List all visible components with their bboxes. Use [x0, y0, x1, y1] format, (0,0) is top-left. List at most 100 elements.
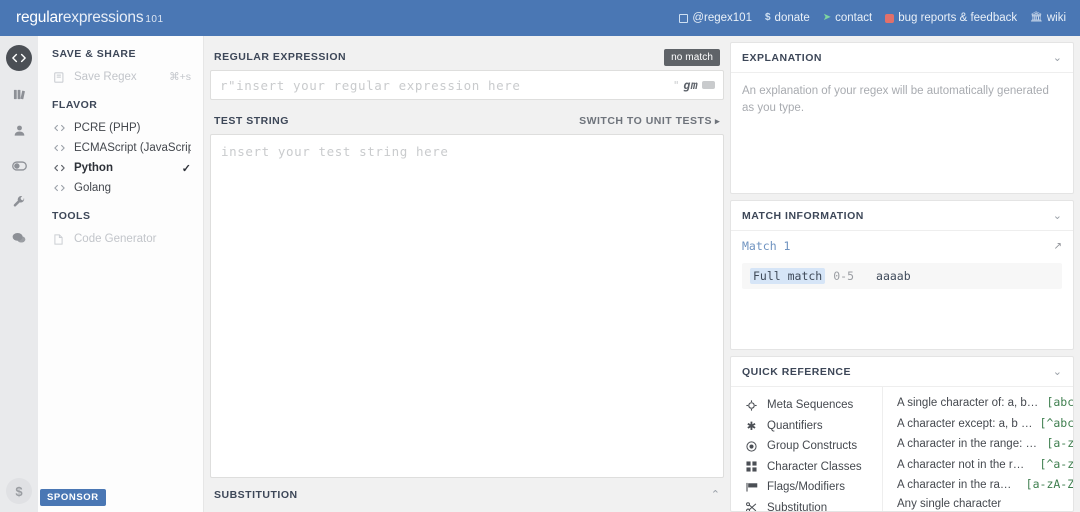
- code-icon: [54, 184, 74, 192]
- left-sidebar: SAVE & SHARE Save Regex ⌘+s FLAVOR PCRE …: [38, 36, 204, 512]
- regex-input[interactable]: r" insert your regular expression here "…: [210, 70, 724, 100]
- substitution-bar[interactable]: SUBSTITUTION ⌃: [210, 478, 724, 512]
- quick-reference-grid: Meta Sequences ✱ Quantifiers Group Const…: [731, 387, 1074, 512]
- nav-item-donate[interactable]: $ donate: [765, 12, 810, 24]
- qref-category-group-constructs[interactable]: Group Constructs: [731, 436, 882, 457]
- asterisk-icon: ✱: [746, 420, 757, 433]
- qref-category-quantifiers[interactable]: ✱ Quantifiers: [731, 416, 882, 437]
- qref-category-meta-sequences[interactable]: Meta Sequences: [731, 395, 882, 416]
- sidebar-item-save-regex[interactable]: Save Regex ⌘+s: [38, 67, 203, 87]
- sidebar-item-flavor-ecmascript[interactable]: ECMAScript (JavaScript): [38, 138, 203, 158]
- qref-entry-code: [a-zA-Z]: [1025, 477, 1074, 491]
- section-title-tools: TOOLS: [52, 210, 91, 222]
- sidebar-item-flavor-pcre[interactable]: PCRE (PHP): [38, 118, 203, 138]
- nav-item-wiki[interactable]: 🏛 wiki: [1030, 12, 1066, 24]
- quick-reference-categories: Meta Sequences ✱ Quantifiers Group Const…: [731, 387, 883, 511]
- full-match-label: Full match: [750, 268, 826, 284]
- regex-prefix: r": [220, 77, 237, 93]
- qref-category-label: Group Constructs: [767, 440, 858, 453]
- explanation-header[interactable]: EXPLANATION ⌄: [731, 43, 1073, 73]
- nav-label-contact: contact: [835, 12, 873, 24]
- scissors-icon: [745, 502, 758, 511]
- chevron-down-icon[interactable]: ⌄: [1053, 366, 1062, 378]
- switch-to-unit-tests-button[interactable]: SWITCH TO UNIT TESTS ▸: [579, 115, 720, 127]
- save-regex-label: Save Regex: [74, 71, 137, 83]
- nav-label-wiki: wiki: [1046, 12, 1066, 24]
- regex-flags-group[interactable]: " gm: [673, 78, 715, 92]
- qref-entry[interactable]: A single character of: a, b… [abc]: [897, 395, 1073, 416]
- sidebar-item-flavor-golang[interactable]: Golang: [38, 178, 203, 198]
- regex-flags-value: gm: [683, 78, 698, 92]
- code-icon[interactable]: [6, 45, 32, 71]
- library-icon[interactable]: [6, 81, 32, 107]
- code-generator-label: Code Generator: [74, 233, 157, 245]
- target-icon: [745, 441, 758, 452]
- flags-toggle-icon[interactable]: [702, 81, 715, 89]
- test-string-input[interactable]: insert your test string here: [210, 134, 724, 478]
- flavor-label-ecmascript: ECMAScript (JavaScript): [74, 142, 191, 154]
- qref-entry-desc: A character not in the r…: [897, 458, 1025, 471]
- quick-reference-header[interactable]: QUICK REFERENCE ⌄: [731, 357, 1073, 387]
- nav-label-bug-reports: bug reports & feedback: [898, 12, 1018, 24]
- regex-header: REGULAR EXPRESSION no match: [210, 46, 724, 68]
- quick-reference-title: QUICK REFERENCE: [742, 366, 852, 378]
- bug-icon: [885, 13, 895, 23]
- qref-entry[interactable]: A character in the ra… [a-zA-Z]: [897, 477, 1074, 498]
- account-icon[interactable]: [6, 117, 32, 143]
- qref-entry-desc: A character in the range: …: [897, 438, 1037, 450]
- qref-category-character-classes[interactable]: Character Classes: [731, 457, 882, 478]
- qref-entry-desc: A character in the ra…: [897, 479, 1012, 491]
- qref-category-flags-modifiers[interactable]: Flags/Modifiers: [731, 477, 882, 498]
- qref-entry[interactable]: Any single character: [897, 498, 1073, 512]
- regex-closing-quote: ": [672, 78, 680, 92]
- rail-bottom-group: $: [6, 478, 32, 504]
- code-icon: [54, 144, 74, 152]
- qref-category-label: Meta Sequences: [767, 399, 854, 412]
- qref-entry-code: [^abc]: [1039, 415, 1074, 430]
- site-logo[interactable]: regularexpressions 101: [16, 9, 164, 27]
- qref-entry[interactable]: A character not in the r… [^a-z]: [897, 456, 1074, 478]
- save-icon: [54, 71, 74, 83]
- wrench-icon[interactable]: [6, 189, 32, 215]
- chevron-down-icon[interactable]: ⌄: [1053, 52, 1062, 64]
- section-title-flavor: FLAVOR: [52, 99, 98, 111]
- chevron-up-icon[interactable]: ⌃: [711, 489, 720, 501]
- nav-item-twitter[interactable]: @regex101: [679, 12, 752, 24]
- qref-entry-desc: A character except: a, b …: [897, 417, 1033, 430]
- logo-part-expressions: expressions: [62, 9, 144, 26]
- sponsor-badge[interactable]: SPONSOR: [40, 489, 106, 506]
- comments-icon[interactable]: [6, 225, 32, 251]
- chevron-down-icon[interactable]: ⌄: [1053, 210, 1062, 222]
- regex-placeholder: insert your regular expression here: [236, 77, 521, 93]
- nav-item-bug-reports[interactable]: bug reports & feedback: [885, 12, 1017, 24]
- sidebar-item-flavor-python[interactable]: Python ✓: [38, 158, 203, 178]
- quick-reference-entries: A single character of: a, b… [abc] A cha…: [883, 387, 1074, 512]
- external-link-icon[interactable]: ↗: [1054, 241, 1062, 252]
- quick-reference-card: QUICK REFERENCE ⌄ Meta Sequences ✱ Quant…: [730, 356, 1074, 512]
- header-nav: @regex101 $ donate ➤ contact bug reports…: [679, 12, 1066, 24]
- match-row-header: Match 1 ↗: [731, 231, 1073, 255]
- qref-entry[interactable]: A character in the range: … [a-z]: [897, 436, 1074, 457]
- nav-item-contact[interactable]: ➤ contact: [823, 12, 872, 24]
- donate-icon[interactable]: $: [6, 478, 32, 504]
- full-match-value: aaaab: [876, 269, 911, 283]
- explanation-text: An explanation of your regex will be aut…: [742, 85, 1049, 114]
- flavor-label-pcre: PCRE (PHP): [74, 122, 141, 134]
- qref-entry-code: [^a-z]: [1039, 456, 1074, 471]
- explanation-title: EXPLANATION: [742, 52, 822, 64]
- paper-plane-icon: ➤: [822, 12, 832, 23]
- switch-unit-tests-label: SWITCH TO UNIT TESTS: [579, 115, 712, 127]
- qref-entry-code: [a-z]: [1046, 436, 1074, 450]
- match-information-header[interactable]: MATCH INFORMATION ⌄: [731, 201, 1073, 231]
- compass-icon: [745, 400, 758, 411]
- main-editor-column: REGULAR EXPRESSION no match r" insert yo…: [204, 36, 730, 512]
- qref-entry[interactable]: A character except: a, b … [^abc]: [897, 415, 1074, 437]
- regex-section-title: REGULAR EXPRESSION: [214, 51, 347, 63]
- qref-category-label: Quantifiers: [767, 419, 823, 432]
- sidebar-item-code-generator[interactable]: Code Generator: [38, 229, 203, 249]
- substitution-section-title: SUBSTITUTION: [214, 489, 298, 501]
- qref-category-substitution[interactable]: Substitution: [731, 498, 882, 511]
- toggle-icon[interactable]: [6, 153, 32, 179]
- grid-icon: [745, 461, 758, 472]
- match-information-card: MATCH INFORMATION ⌄ Match 1 ↗ Full match…: [730, 200, 1074, 350]
